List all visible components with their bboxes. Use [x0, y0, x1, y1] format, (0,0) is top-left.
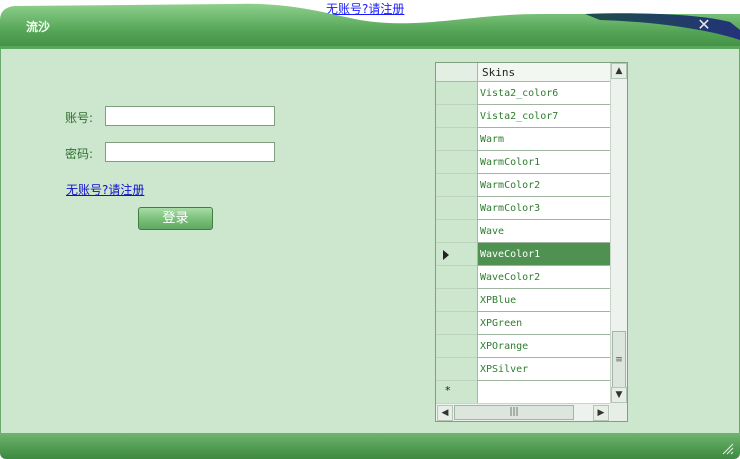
close-icon[interactable]: ✕ — [696, 17, 712, 33]
title-bar[interactable] — [0, 0, 740, 52]
login-window: 流沙 ✕ 账号: 密码: 无账号?请注册 登录 Skins Vista2_col… — [0, 0, 740, 459]
grid-row[interactable]: WarmColor1 — [436, 151, 610, 174]
scroll-right-button[interactable]: ▶ — [593, 405, 609, 421]
row-header[interactable] — [436, 220, 477, 243]
row-header[interactable] — [436, 312, 477, 335]
row-header[interactable] — [436, 289, 477, 312]
login-button[interactable]: 登录 — [138, 207, 213, 230]
password-label: 密码: — [65, 147, 94, 161]
resize-grip-icon[interactable] — [720, 441, 734, 455]
skin-cell[interactable]: Vista2_color7 — [477, 105, 610, 128]
skin-cell[interactable]: Warm — [477, 128, 610, 151]
skin-cell[interactable] — [477, 381, 610, 404]
skin-cell[interactable]: WaveColor2 — [477, 266, 610, 289]
scroll-left-button[interactable]: ◀ — [437, 405, 453, 421]
grid-row[interactable]: XPGreen — [436, 312, 610, 335]
skin-cell[interactable]: XPSilver — [477, 358, 610, 381]
skin-cell[interactable]: WarmColor2 — [477, 174, 610, 197]
grid-row[interactable]: * — [436, 381, 610, 404]
new-row-icon: * — [445, 384, 451, 397]
row-header[interactable] — [436, 243, 477, 266]
row-header[interactable] — [436, 335, 477, 358]
skin-cell[interactable]: WaveColor1 — [477, 243, 610, 266]
row-header[interactable] — [436, 197, 477, 220]
account-label: 账号: — [65, 111, 94, 125]
password-input[interactable] — [105, 142, 275, 162]
grid-row[interactable]: WarmColor3 — [436, 197, 610, 220]
status-bar — [0, 433, 740, 459]
vertical-scrollbar[interactable]: ▲ ≡ ▼ — [610, 63, 627, 403]
grid-row[interactable]: XPOrange — [436, 335, 610, 358]
grid-row[interactable]: WaveColor1 — [436, 243, 610, 266]
row-header[interactable] — [436, 358, 477, 381]
skin-cell[interactable]: Wave — [477, 220, 610, 243]
row-header[interactable] — [436, 174, 477, 197]
skin-cell[interactable]: XPBlue — [477, 289, 610, 312]
account-input[interactable] — [105, 106, 275, 126]
row-header[interactable] — [436, 128, 477, 151]
skins-grid[interactable]: Skins Vista2_color6 Vista2_color7 Warm Warm… — [435, 62, 628, 422]
grid-corner — [436, 63, 477, 82]
skin-cell[interactable]: XPGreen — [477, 312, 610, 335]
grid-row[interactable]: Wave — [436, 220, 610, 243]
skin-cell[interactable]: Vista2_color6 — [477, 82, 610, 105]
row-header[interactable] — [436, 82, 477, 105]
window-title: 流沙 — [26, 20, 51, 34]
grid-rows: Vista2_color6 Vista2_color7 Warm WarmColor1… — [436, 82, 610, 404]
row-header[interactable] — [436, 266, 477, 289]
horizontal-scrollbar[interactable]: ◀ ||| ▶ — [436, 403, 610, 421]
client-area: 账号: 密码: 无账号?请注册 登录 — [0, 49, 740, 433]
grid-row[interactable]: Warm — [436, 128, 610, 151]
grid-row[interactable]: XPSilver — [436, 358, 610, 381]
grid-row[interactable]: WarmColor2 — [436, 174, 610, 197]
grid-row[interactable]: XPBlue — [436, 289, 610, 312]
grid-row[interactable]: WaveColor2 — [436, 266, 610, 289]
row-header[interactable]: * — [436, 381, 477, 404]
current-row-arrow-icon — [443, 250, 449, 260]
skin-cell[interactable]: XPOrange — [477, 335, 610, 358]
row-header[interactable] — [436, 151, 477, 174]
row-header[interactable] — [436, 105, 477, 128]
scroll-down-button[interactable]: ▼ — [611, 387, 627, 403]
skin-cell[interactable]: WarmColor1 — [477, 151, 610, 174]
skin-cell[interactable]: WarmColor3 — [477, 197, 610, 220]
scroll-up-button[interactable]: ▲ — [611, 63, 627, 79]
register-link[interactable]: 无账号?请注册 — [66, 181, 144, 198]
scroll-size-box — [610, 403, 627, 421]
grid-row[interactable]: Vista2_color6 — [436, 82, 610, 105]
column-header-skins[interactable]: Skins — [477, 63, 610, 82]
grid-row[interactable]: Vista2_color7 — [436, 105, 610, 128]
horizontal-scroll-thumb[interactable]: ||| — [454, 405, 574, 420]
vertical-scroll-thumb[interactable]: ≡ — [612, 331, 626, 389]
